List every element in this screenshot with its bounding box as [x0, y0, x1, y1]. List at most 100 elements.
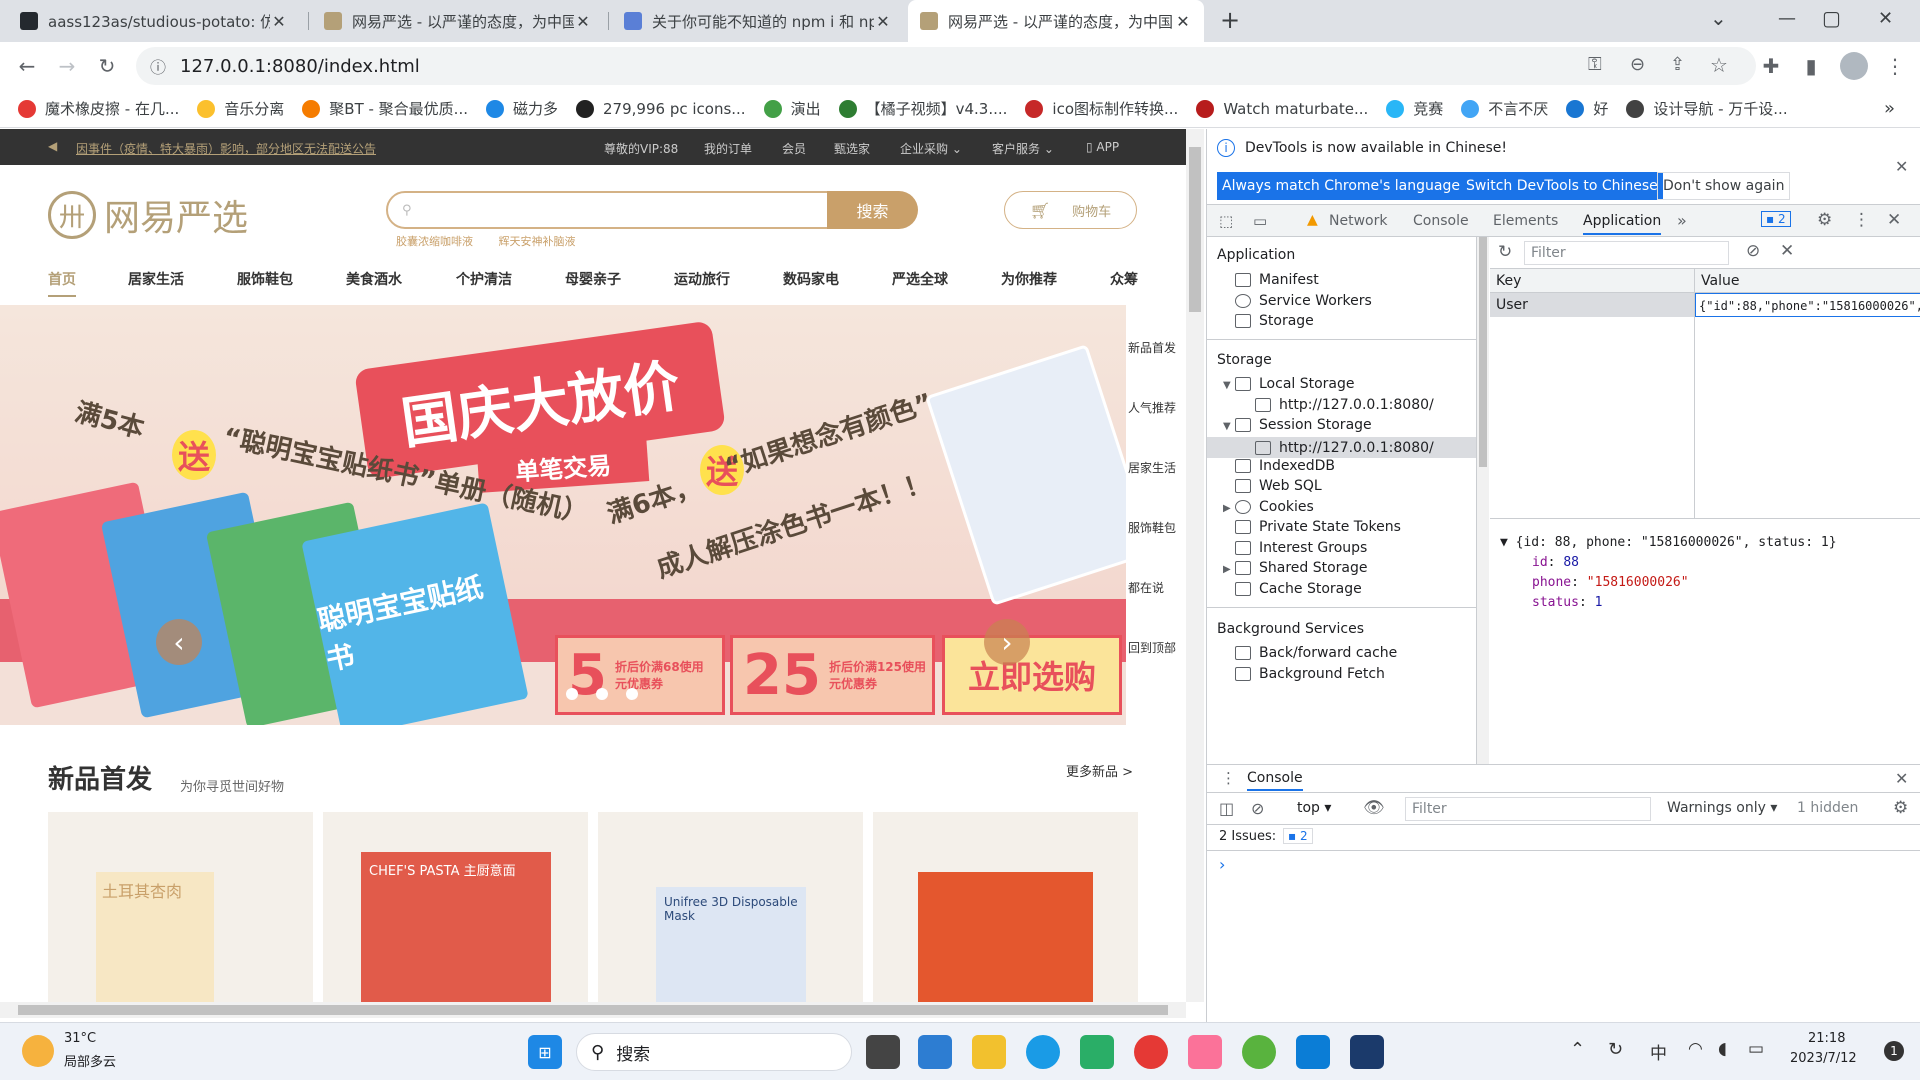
settings-gear-icon[interactable]: ⚙ [1817, 210, 1832, 230]
cart-button[interactable]: 🛒︎ 购物车 [1004, 191, 1137, 229]
tab-close-icon[interactable]: ✕ [574, 12, 592, 31]
always-match-language-button[interactable]: Always match Chrome's language [1217, 172, 1465, 200]
side-link[interactable]: 都在说 [1128, 579, 1164, 596]
drawer-tab-console[interactable]: Console [1247, 770, 1303, 791]
sidebar-item-private-state-tokens[interactable]: Private State Tokens [1235, 519, 1401, 535]
storage-filter-input[interactable]: Filter [1524, 241, 1729, 265]
sidebar-scroll-thumb[interactable] [1479, 237, 1487, 467]
top-link-enterprise[interactable]: 企业采购 ⌄ [900, 140, 962, 157]
address-bar[interactable]: ⓘ 127.0.0.1:8080/index.html ⚿ ⊖ ⇪ ☆ [136, 47, 1756, 85]
top-link-orders[interactable]: 我的订单 [704, 140, 752, 157]
taskbar-search-box[interactable]: ⚲ 搜索 [576, 1033, 852, 1071]
nav-item[interactable]: 个护清洁 [456, 269, 512, 289]
volume-icon[interactable]: ◖ [1718, 1039, 1727, 1059]
browser-tab-2[interactable]: 网易严选 - 以严谨的态度，为中国 ✕ [312, 0, 604, 42]
sidebar-item-local-origin[interactable]: http://127.0.0.1:8080/ [1255, 397, 1434, 413]
clock-date[interactable]: 2023/7/12 [1790, 1051, 1857, 1066]
nav-item[interactable]: 居家生活 [128, 269, 184, 289]
app-icon[interactable] [918, 1035, 952, 1069]
switch-to-chinese-button[interactable]: Switch DevTools to Chinese [1461, 172, 1663, 200]
bookmark-star-icon[interactable]: ☆ [1710, 53, 1728, 77]
clear-console-icon[interactable]: ⊘ [1251, 799, 1264, 818]
extensions-puzzle-icon[interactable]: ✚ [1756, 51, 1786, 81]
sidebar-item-background-fetch[interactable]: Background Fetch [1235, 666, 1385, 682]
carousel-dot[interactable] [566, 688, 578, 700]
wifi-icon[interactable]: ◠ [1688, 1039, 1703, 1059]
product-card[interactable]: 土耳其杏肉 [48, 812, 313, 1002]
product-card[interactable]: CHEF'S PASTA 主厨意面 [323, 812, 588, 1002]
issues-bar[interactable]: 2 Issues: ▪ 2 [1207, 825, 1920, 851]
log-levels-dropdown[interactable]: Warnings only ▾ [1667, 800, 1777, 816]
sidebar-item-manifest[interactable]: Manifest [1235, 272, 1319, 288]
drawer-menu-icon[interactable]: ⋮ [1221, 769, 1236, 787]
product-card[interactable]: Unifree 3D Disposable Mask [598, 812, 863, 1002]
nav-item[interactable]: 服饰鞋包 [237, 269, 293, 289]
browser-tab-3[interactable]: 关于你可能不知道的 npm i 和 np ✕ [612, 0, 904, 42]
bookmark-item[interactable]: Watch maturbate... [1196, 99, 1368, 118]
banner-prev-arrow-icon[interactable]: ‹ [156, 619, 202, 665]
close-devtools-icon[interactable]: ✕ [1887, 210, 1901, 230]
task-view-icon[interactable] [866, 1035, 900, 1069]
column-header-key[interactable]: Key [1490, 269, 1694, 293]
sidebar-item-shared-storage[interactable]: Shared Storage [1235, 560, 1368, 576]
forward-button[interactable]: → [52, 51, 82, 81]
bookmark-item[interactable]: 磁力多 [486, 98, 558, 119]
device-toolbar-icon[interactable]: ▭ [1253, 212, 1267, 230]
sidebar-item-storage[interactable]: Storage [1235, 313, 1314, 329]
kebab-menu-icon[interactable]: ⋮ [1853, 210, 1870, 230]
bookmark-item[interactable]: 竞赛 [1386, 98, 1443, 119]
page-horizontal-scrollbar[interactable] [0, 1002, 1186, 1018]
product-card[interactable] [873, 812, 1138, 1002]
bookmark-item[interactable]: 魔术橡皮擦 - 在几... [18, 98, 179, 119]
ime-indicator[interactable]: 中 [1650, 1039, 1667, 1064]
site-info-icon[interactable]: ⓘ [150, 54, 166, 78]
close-window-button[interactable]: ✕ [1878, 8, 1893, 29]
bookmark-item[interactable]: 音乐分离 [197, 98, 284, 119]
profile-avatar[interactable] [1840, 52, 1868, 80]
tab-close-icon[interactable]: ✕ [874, 12, 892, 31]
file-explorer-icon[interactable] [972, 1035, 1006, 1069]
sidebar-toggle-icon[interactable]: ◫ [1219, 799, 1234, 818]
preview-summary-row[interactable]: ▼ {id: 88, phone: "15816000026", status:… [1500, 533, 1837, 553]
notification-badge[interactable]: 1 [1884, 1041, 1904, 1061]
refresh-icon[interactable]: ↻ [1498, 242, 1512, 262]
tab-close-icon[interactable]: ✕ [1174, 12, 1192, 31]
more-new-link[interactable]: 更多新品 > [1066, 761, 1133, 780]
site-search-input[interactable]: ⚲ [386, 191, 829, 229]
windows-start-icon[interactable]: ⊞ [528, 1035, 562, 1069]
top-link-service[interactable]: 客户服务 ⌄ [992, 140, 1054, 157]
bookmark-item[interactable]: 279,996 pc icons... [576, 99, 746, 118]
sidebar-item-interest-groups[interactable]: Interest Groups [1235, 540, 1367, 556]
clear-all-icon[interactable]: ⊘ [1746, 241, 1760, 261]
console-settings-gear-icon[interactable]: ⚙ [1893, 798, 1908, 818]
chrome-menu-icon[interactable]: ⋮ [1880, 51, 1910, 81]
sidebar-item-indexeddb[interactable]: IndexedDB [1235, 458, 1335, 474]
nav-item-home[interactable]: 首页 [48, 269, 76, 297]
issues-count-badge[interactable]: ▪ 2 [1283, 828, 1313, 844]
bookmark-item[interactable]: 不言不厌 [1461, 98, 1548, 119]
nav-item[interactable]: 为你推荐 [1001, 269, 1057, 289]
share-icon[interactable]: ⇪ [1670, 54, 1685, 75]
collapse-triangle-icon[interactable]: ▶ [1223, 564, 1231, 575]
nav-item[interactable]: 众筹 [1110, 269, 1138, 289]
eye-icon[interactable]: 👁︎ [1363, 798, 1385, 818]
cta-buy-now[interactable]: 立即选购 [942, 635, 1122, 715]
side-link[interactable]: 居家生活 [1128, 459, 1176, 476]
back-button[interactable]: ← [12, 51, 42, 81]
column-header-value[interactable]: Value [1695, 269, 1920, 293]
side-panel-icon[interactable]: ▮ [1796, 51, 1826, 81]
notice-link[interactable]: 因事件（疫情、特大暴雨）影响，部分地区无法配送公告 [76, 140, 376, 157]
weather-icon[interactable] [22, 1035, 54, 1067]
more-tabs-chevron-icon[interactable]: » [1677, 211, 1687, 230]
nav-item[interactable]: 运动旅行 [674, 269, 730, 289]
sidebar-item-session-origin-selected[interactable]: http://127.0.0.1:8080/ [1207, 437, 1476, 458]
banner-next-arrow-icon[interactable]: › [984, 619, 1030, 665]
dont-show-again-button[interactable]: Don't show again [1657, 172, 1791, 200]
top-link-member[interactable]: 会员 [782, 140, 806, 157]
expand-triangle-icon[interactable]: ▼ [1223, 380, 1231, 391]
nav-item[interactable]: 母婴亲子 [565, 269, 621, 289]
tab-elements[interactable]: Elements [1493, 213, 1558, 229]
side-link[interactable]: 服饰鞋包 [1128, 519, 1176, 536]
context-selector[interactable]: top ▾ [1297, 800, 1331, 816]
console-prompt[interactable]: › [1219, 855, 1225, 874]
